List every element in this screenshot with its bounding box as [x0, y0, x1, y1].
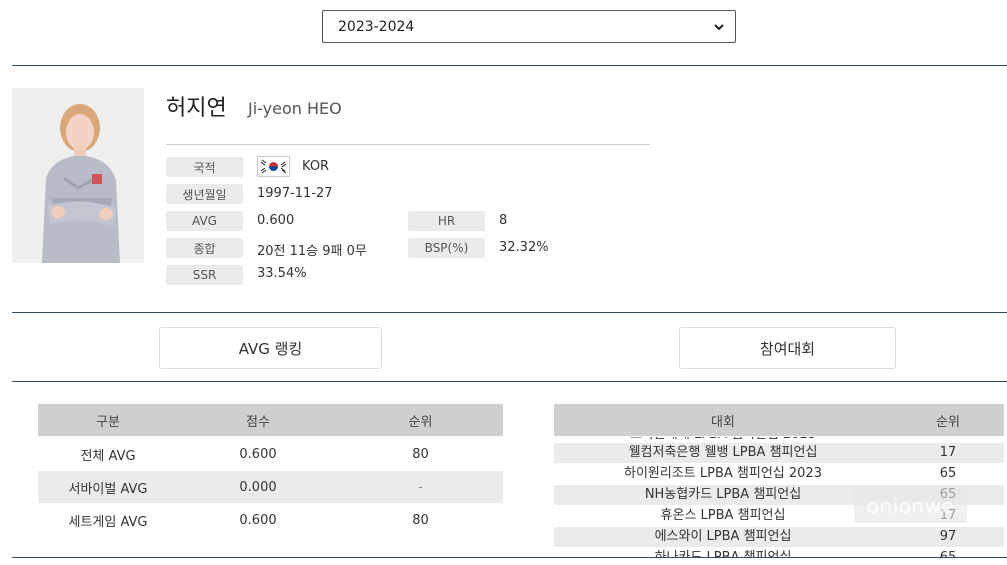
- divider: [12, 557, 1007, 558]
- korea-flag-icon: [257, 156, 290, 177]
- header-rank: 순위: [408, 414, 433, 430]
- player-photo: [12, 88, 144, 263]
- row-score: 0.600: [239, 446, 277, 462]
- table-row: 에스와이 LPBA 챔피언십 97: [554, 527, 1004, 547]
- divider: [12, 312, 1007, 313]
- header-score: 점수: [246, 414, 270, 430]
- ssr-value: 33.54%: [257, 266, 307, 281]
- hr-label: HR: [408, 211, 485, 231]
- event-name: 휴온스 LPBA 챔피언십: [660, 508, 786, 523]
- table-row: 하이원리조트 LPBA 챔피언십 2023 65: [554, 464, 1004, 484]
- bsp-value: 32.32%: [499, 240, 549, 255]
- bsp-label: BSP(%): [408, 238, 485, 258]
- table-row: 세트게임 AVG 0.600 80: [38, 504, 503, 536]
- avg-label: AVG: [166, 211, 243, 231]
- record-value: 20전 11승 9패 0무: [257, 244, 367, 259]
- birth-label: 생년월일: [166, 184, 243, 204]
- ssr-label: SSR: [166, 265, 243, 285]
- tab-tournaments[interactable]: 참여대회: [679, 327, 896, 369]
- header-category: 구분: [96, 414, 120, 430]
- divider: [12, 381, 1007, 382]
- table-row: 전체 AVG 0.600 80: [38, 438, 503, 470]
- event-rank: 65: [939, 466, 957, 481]
- event-name: 웰컴저축은행 웰뱅 LPBA 챔피언십: [628, 445, 818, 460]
- header-event: 대회: [711, 414, 735, 430]
- row-rank: 80: [412, 512, 429, 528]
- event-name: 하이원리조트 LPBA 챔피언십 2023: [624, 466, 822, 481]
- avg-table-header: 구분 점수 순위: [38, 404, 503, 436]
- hr-value: 8: [499, 213, 508, 228]
- row-score: 0.600: [239, 512, 277, 528]
- event-name: 하나카드 LPBA 챔피언십: [554, 548, 892, 557]
- row-category: 서바이벌 AVG: [68, 481, 148, 497]
- event-name: NH농협카드 LPBA 챔피언십: [644, 487, 802, 502]
- season-select-value: 2023-2024: [338, 18, 415, 35]
- row-rank: -: [418, 479, 423, 495]
- row-score: 0.000: [239, 479, 277, 495]
- event-rank: 65: [892, 548, 1004, 557]
- event-rank: 97: [939, 529, 957, 544]
- player-name-en: Ji-yeon HEO: [248, 99, 342, 118]
- divider: [12, 65, 1007, 66]
- nationality-value: KOR: [302, 159, 330, 174]
- chevron-down-icon: [714, 23, 724, 30]
- tab-avg-ranking[interactable]: AVG 랭킹: [159, 327, 382, 369]
- name-divider: [166, 144, 650, 145]
- avg-value: 0.600: [257, 213, 295, 228]
- table-row: 하나카드 LPBA 챔피언십 65: [554, 548, 1004, 557]
- record-label: 종합: [166, 238, 243, 258]
- watermark-logo: onionwe: [854, 488, 967, 523]
- header-rank: 순위: [936, 414, 960, 430]
- player-name-ko: 허지연: [166, 96, 227, 121]
- season-select[interactable]: 2023-2024: [322, 10, 736, 43]
- event-rank: 17: [939, 445, 957, 460]
- events-table-header: 대회 순위: [554, 404, 1004, 436]
- table-row: 서바이벌 AVG 0.000 -: [38, 471, 503, 503]
- row-category: 전체 AVG: [80, 448, 136, 464]
- nationality-label: 국적: [166, 157, 243, 177]
- event-name: 에스와이 LPBA 챔피언십: [654, 529, 792, 544]
- birth-value: 1997-11-27: [257, 186, 333, 201]
- row-rank: 80: [412, 446, 429, 462]
- table-row: 웰컴저축은행 웰뱅 LPBA 챔피언십 17: [554, 443, 1004, 463]
- row-category: 세트게임 AVG: [68, 514, 148, 530]
